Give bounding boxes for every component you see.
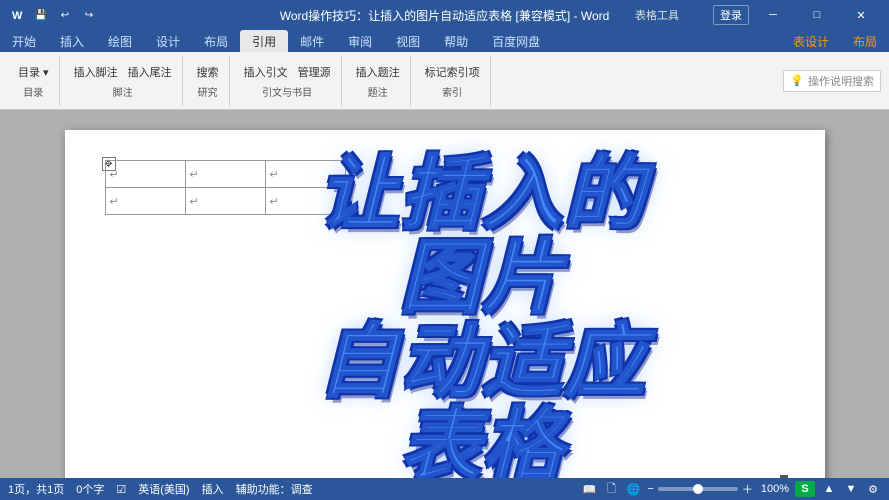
document-page: ✥ ↵ ↵ ↵ ↵ ↵ ↵ 让插入的 图片 自动适应 表格 ↵ xyxy=(65,130,825,478)
ribbon-content: 目录 ▾ 目录 插入脚注 插入尾注 脚注 搜索 研究 插入引文 管理源 引文与书… xyxy=(0,52,889,110)
tab-baidu[interactable]: 百度网盘 xyxy=(480,30,552,52)
tab-help[interactable]: 帮助 xyxy=(432,30,480,52)
big-text-line3: 自动适应 xyxy=(319,320,647,404)
ribbon-search-label[interactable]: 操作说明搜索 xyxy=(808,73,874,89)
status-settings[interactable]: ⚙ xyxy=(865,481,881,497)
tab-start[interactable]: 开始 xyxy=(0,30,48,52)
table-tools-label: 表格工具 xyxy=(625,0,689,30)
table-cell-r2c1[interactable]: ↵ xyxy=(105,188,185,215)
status-track-icon: ☑ xyxy=(116,483,126,496)
status-language[interactable]: 英语(美国) xyxy=(138,481,189,497)
save-icon[interactable]: 💾 xyxy=(32,6,50,24)
ribbon-btn-toc[interactable]: 目录 ▾ xyxy=(14,62,53,82)
status-accessibility: 辅助功能：调查 xyxy=(236,481,313,497)
tab-layout[interactable]: 布局 xyxy=(192,30,240,52)
status-down-arrow[interactable]: ▼ xyxy=(843,481,859,497)
zoom-plus-icon[interactable]: ＋ xyxy=(742,481,753,497)
minimize-button[interactable]: ─ xyxy=(753,5,793,25)
zoom-control[interactable]: − ＋ 100% xyxy=(647,481,789,497)
restore-button[interactable]: □ xyxy=(797,5,837,25)
tab-design[interactable]: 设计 xyxy=(144,30,192,52)
redo-icon[interactable]: ↪ xyxy=(80,6,98,24)
ribbon-btn-caption[interactable]: 插入题注 xyxy=(352,62,404,82)
status-words: 0个字 xyxy=(76,481,104,497)
tab-review[interactable]: 审阅 xyxy=(336,30,384,52)
zoom-thumb xyxy=(693,484,703,494)
document-area[interactable]: ✥ ↵ ↵ ↵ ↵ ↵ ↵ 让插入的 图片 自动适应 表格 ↵ xyxy=(0,110,889,478)
tab-view[interactable]: 视图 xyxy=(384,30,432,52)
ribbon-btn-index[interactable]: 标记索引项 xyxy=(421,62,484,82)
window-title: Word操作技巧：让插入的图片自动适应表格 [兼容模式] - Word xyxy=(280,7,610,24)
table-cell-r1c1[interactable]: ↵ xyxy=(105,161,185,188)
read-mode-icon[interactable]: 📖 xyxy=(581,481,597,497)
ribbon-group-label-footnote: 脚注 xyxy=(113,84,133,99)
undo-icon[interactable]: ↩ xyxy=(56,6,74,24)
title-bar: W 💾 ↩ ↪ Word操作技巧：让插入的图片自动适应表格 [兼容模式] - W… xyxy=(0,0,889,30)
table-cell-r2c2[interactable]: ↵ xyxy=(185,188,265,215)
ribbon-group-label-index: 索引 xyxy=(442,84,462,99)
ribbon-tabs: 开始 插入 绘图 设计 布局 引用 邮件 审阅 视图 帮助 百度网盘 表设计 布… xyxy=(0,30,889,52)
tab-references[interactable]: 引用 xyxy=(240,30,288,52)
tab-table-layout[interactable]: 布局 xyxy=(841,30,889,52)
ribbon-btn-footnote[interactable]: 插入脚注 xyxy=(70,62,122,82)
status-bar-right: 📖 🗋 🌐 − ＋ 100% S ▲ ▼ ⚙ xyxy=(581,481,881,497)
ribbon-group-label-research: 研究 xyxy=(198,84,218,99)
tab-table-design[interactable]: 表设计 xyxy=(781,30,841,52)
zoom-percent[interactable]: 100% xyxy=(761,483,789,495)
close-button[interactable]: ✕ xyxy=(841,5,881,25)
ribbon-group-index: 标记索引项 索引 xyxy=(415,56,491,106)
ribbon-group-label-captions: 题注 xyxy=(368,84,388,99)
ribbon-btn-research[interactable]: 搜索 xyxy=(193,62,223,82)
status-insert-mode[interactable]: 插入 xyxy=(202,481,224,497)
ribbon-group-research: 搜索 研究 xyxy=(187,56,230,106)
big-text-line2: 图片 xyxy=(319,236,647,320)
ribbon-group-toc: 目录 ▾ 目录 xyxy=(8,56,60,106)
ribbon-group-captions: 插入题注 题注 xyxy=(346,56,411,106)
web-layout-icon[interactable]: 🌐 xyxy=(625,481,641,497)
status-pages: 1页，共1页 xyxy=(8,481,64,497)
table-cell-r1c2[interactable]: ↵ xyxy=(185,161,265,188)
table-cell-r2c3[interactable]: ↵ xyxy=(265,188,345,215)
document-table: ↵ ↵ ↵ ↵ ↵ ↵ xyxy=(105,160,346,215)
ribbon-search[interactable]: 💡 操作说明搜索 xyxy=(783,70,881,92)
svg-text:W: W xyxy=(12,10,23,22)
status-bar: 1页，共1页 0个字 ☑ 英语(美国) 插入 辅助功能：调查 📖 🗋 🌐 − ＋… xyxy=(0,478,889,500)
login-button[interactable]: 登录 xyxy=(713,5,749,25)
big-text-line1: 让插入的 xyxy=(319,152,647,236)
title-bar-right: 登录 ─ □ ✕ xyxy=(713,5,881,25)
table-cell-r1c3[interactable]: ↵ xyxy=(265,161,345,188)
app-icon: W xyxy=(8,6,26,24)
ribbon-btn-endnote[interactable]: 插入尾注 xyxy=(124,62,176,82)
ribbon-group-citations: 插入引文 管理源 引文与书目 xyxy=(234,56,342,106)
ribbon-btn-insert-citation[interactable]: 插入引文 xyxy=(240,62,292,82)
wps-icon: S xyxy=(795,481,815,497)
title-bar-left: W 💾 ↩ ↪ xyxy=(8,6,98,24)
print-layout-icon[interactable]: 🗋 xyxy=(603,481,619,497)
tab-mailings[interactable]: 邮件 xyxy=(288,30,336,52)
zoom-minus-icon[interactable]: − xyxy=(647,483,653,495)
search-lightbulb-icon: 💡 xyxy=(790,74,804,87)
ribbon-group-label-toc: 目录 xyxy=(23,84,43,99)
big-text-line4: 表格 xyxy=(319,404,647,478)
table-resize-handle[interactable] xyxy=(780,475,788,478)
status-up-arrow[interactable]: ▲ xyxy=(821,481,837,497)
tab-draw[interactable]: 绘图 xyxy=(96,30,144,52)
zoom-track[interactable] xyxy=(658,487,738,491)
ribbon-btn-manage-sources[interactable]: 管理源 xyxy=(294,62,335,82)
ribbon-group-footnote: 插入脚注 插入尾注 脚注 xyxy=(64,56,183,106)
ribbon-group-label-citations: 引文与书目 xyxy=(262,84,312,99)
big-text-overlay: 让插入的 图片 自动适应 表格 xyxy=(319,152,647,478)
tab-insert[interactable]: 插入 xyxy=(48,30,96,52)
